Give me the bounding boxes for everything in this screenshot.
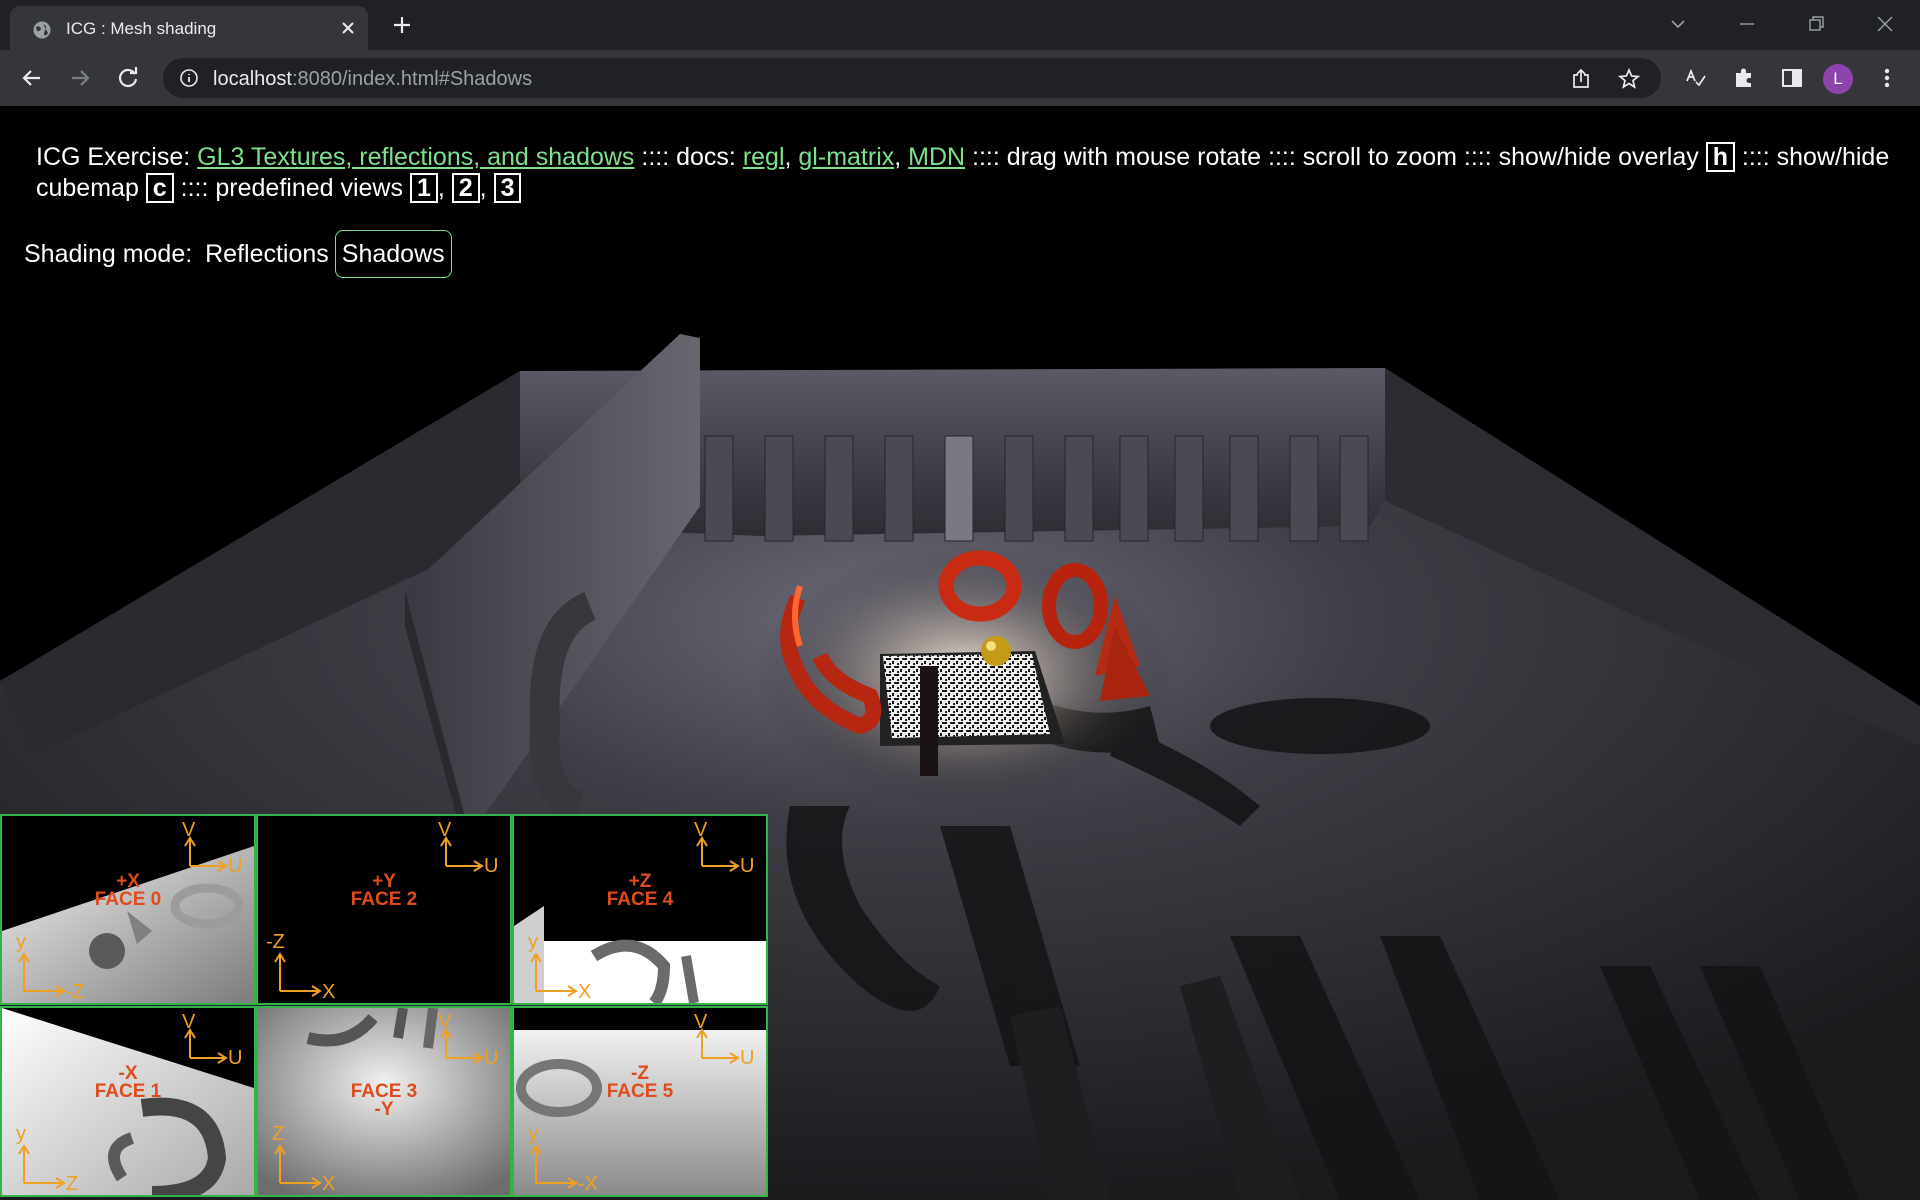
face-1-u-label: U <box>228 1047 243 1069</box>
page-viewport: ICG Exercise: GL3 Textures, reflections,… <box>0 106 1920 1200</box>
predefined-views-text: :::: predefined views <box>173 174 410 202</box>
cubemap-face-0: +X FACE 0 V U y -Z <box>0 814 256 1005</box>
overlay-prefix: ICG Exercise: <box>36 143 198 171</box>
share-icon[interactable] <box>1569 67 1593 91</box>
face-1-v-label: V <box>182 1011 196 1033</box>
url-host: localhost <box>213 68 292 90</box>
face-2-u-label: U <box>484 855 499 877</box>
site-info-icon[interactable] <box>179 68 199 88</box>
mode-shadows-button[interactable]: Shadows <box>334 230 452 278</box>
side-panel-icon[interactable] <box>1778 64 1806 92</box>
face-1-y-label: y <box>16 1123 26 1145</box>
gl-matrix-doc-link[interactable]: gl-matrix <box>798 143 894 171</box>
browser-toolbar: localhost:8080/index.html#Shadows L <box>0 50 1920 106</box>
tab-strip: ICG : Mesh shading <box>0 0 1920 50</box>
close-window-icon[interactable] <box>1873 12 1897 36</box>
face-0-y-label: y <box>16 931 26 953</box>
face-4-y-label: y <box>528 931 538 953</box>
face-2-x-label: X <box>322 981 336 1003</box>
face-5-u-label: U <box>740 1047 755 1069</box>
face-3-u-label: U <box>484 1047 499 1069</box>
new-tab-icon[interactable] <box>390 13 414 37</box>
instructions-text: :::: drag with mouse rotate :::: scroll … <box>965 143 1706 171</box>
face-4-u-label: U <box>740 855 755 877</box>
face-0-x-label: -Z <box>66 981 85 1003</box>
cubemap-preview: +X FACE 0 V U y -Z +Y FACE 2 V U -Z X +Z… <box>0 814 768 1200</box>
forward-arrow-icon[interactable] <box>66 64 94 92</box>
url-path: :8080/index.html#Shadows <box>291 68 533 90</box>
close-tab-icon[interactable] <box>338 18 358 38</box>
spellcheck-icon[interactable] <box>1682 64 1710 92</box>
extensions-puzzle-icon[interactable] <box>1730 64 1758 92</box>
view-key-3: 3 <box>493 173 522 203</box>
address-bar[interactable]: localhost:8080/index.html#Shadows <box>163 58 1661 98</box>
cubemap-toggle-key: c <box>145 173 174 203</box>
face-4-v-label: V <box>694 819 708 841</box>
cubemap-face-5: -Z FACE 5 V U y -X <box>512 1006 768 1197</box>
tab-title: ICG : Mesh shading <box>66 19 217 38</box>
face-3-x-label: X <box>322 1173 336 1195</box>
mode-reflections-button[interactable]: Reflections <box>199 231 335 277</box>
view-key-1: 1 <box>409 173 438 203</box>
cubemap-face-3: FACE 3 -Y V U Z X <box>256 1006 512 1197</box>
regl-doc-link[interactable]: regl <box>743 143 785 171</box>
face-2-v-label: V <box>438 819 452 841</box>
face-0-v-label: V <box>182 819 196 841</box>
face-5-v-label: V <box>694 1011 708 1033</box>
view-key-2: 2 <box>451 173 480 203</box>
minimize-icon[interactable] <box>1735 12 1759 36</box>
help-overlay: ICG Exercise: GL3 Textures, reflections,… <box>36 142 1890 203</box>
back-arrow-icon[interactable] <box>18 64 46 92</box>
bookmark-star-icon[interactable] <box>1617 67 1641 91</box>
url-text: localhost:8080/index.html#Shadows <box>213 68 532 91</box>
shading-mode-label: Shading mode: <box>24 240 200 268</box>
cubemap-face-1: -X FACE 1 V U y Z <box>0 1006 256 1197</box>
mdn-doc-link[interactable]: MDN <box>908 143 965 171</box>
overlay-toggle-key: h <box>1705 142 1735 172</box>
face-0-u-label: U <box>228 855 243 877</box>
profile-avatar[interactable]: L <box>1823 64 1853 94</box>
browser-tab[interactable]: ICG : Mesh shading <box>10 6 368 50</box>
exercise-link[interactable]: GL3 Textures, reflections, and shadows <box>197 143 634 171</box>
face-5-x-label: -X <box>578 1173 598 1195</box>
restore-icon[interactable] <box>1804 12 1828 36</box>
face-3-v-label: V <box>438 1011 452 1033</box>
shading-mode-selector: Shading mode: Reflections Shadows <box>24 230 452 278</box>
face-1-x-label: Z <box>66 1173 79 1195</box>
reload-icon[interactable] <box>114 64 142 92</box>
globe-icon <box>33 21 51 39</box>
docs-label: :::: docs: <box>634 143 743 171</box>
more-menu-icon[interactable] <box>1873 64 1901 92</box>
cubemap-face-4: +Z FACE 4 V U y X <box>512 814 768 1005</box>
tab-search-icon[interactable] <box>1666 12 1690 36</box>
face-5-y-label: y <box>528 1123 538 1145</box>
face-4-x-label: X <box>578 981 592 1003</box>
cubemap-face-2: +Y FACE 2 V U -Z X <box>256 814 512 1005</box>
face-2-y-label: -Z <box>266 931 285 953</box>
face-3-y-label: Z <box>272 1123 285 1145</box>
